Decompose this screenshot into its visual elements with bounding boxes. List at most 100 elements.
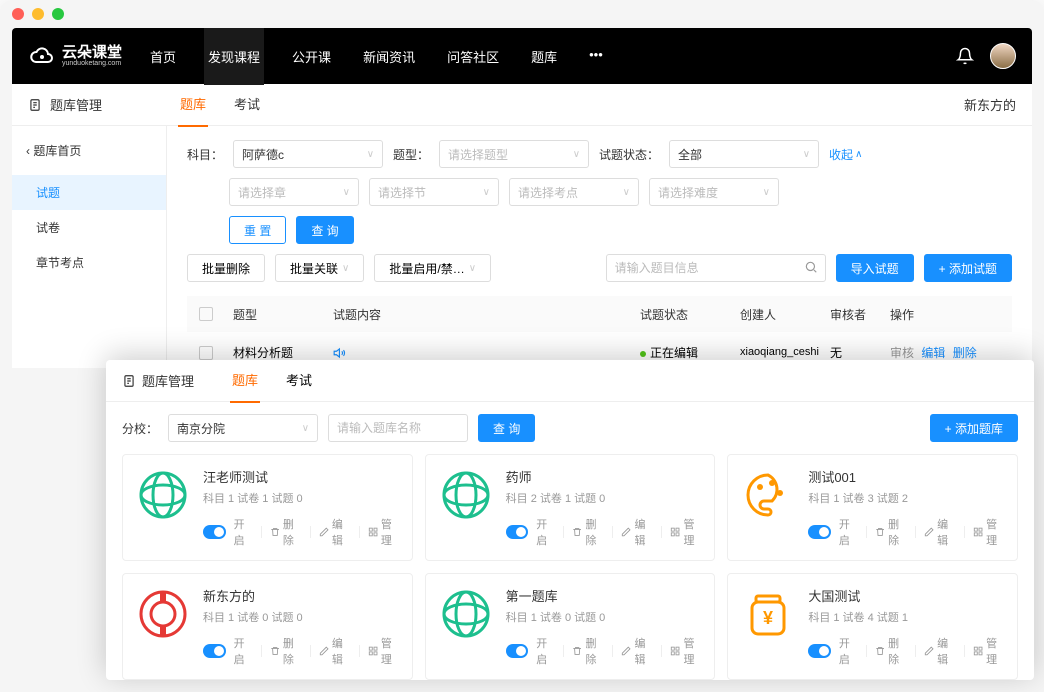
branch-select[interactable]: 南京分院∨	[168, 414, 318, 442]
back-link[interactable]: ‹ 题库首页	[12, 134, 166, 167]
card-edit[interactable]: 编辑	[924, 635, 956, 667]
panel2-filter: 分校： 南京分院∨ 查 询 + 添加题库	[106, 402, 1034, 454]
bank-card[interactable]: 新东方的 科目 1 试卷 0 试题 0 开启 删除 编辑 管理	[122, 573, 413, 680]
card-title: 大国测试	[808, 586, 1005, 605]
nav-more[interactable]: •••	[585, 28, 607, 85]
bank-card[interactable]: 测试001 科目 1 试卷 3 试题 2 开启 删除 编辑 管理	[727, 454, 1018, 561]
collapse-link[interactable]: 收起 ∧	[829, 146, 862, 163]
search-input[interactable]	[606, 254, 826, 282]
card-manage[interactable]: 管理	[973, 635, 1005, 667]
table-header: 题型 试题内容 试题状态 创建人 审核者 操作	[187, 296, 1012, 332]
grid-icon	[973, 645, 983, 657]
nav-discover[interactable]: 发现课程	[204, 28, 264, 85]
toggle-switch[interactable]	[506, 644, 529, 658]
card-manage[interactable]: 管理	[368, 635, 400, 667]
panel2-query-button[interactable]: 查 询	[478, 414, 535, 442]
card-edit[interactable]: 编辑	[319, 516, 351, 548]
card-icon	[740, 467, 796, 523]
card-edit[interactable]: 编辑	[319, 635, 351, 667]
cloud-icon	[28, 42, 56, 70]
col-type: 题型	[233, 306, 333, 323]
panel2-tab-exam[interactable]: 考试	[284, 358, 314, 403]
nav-bank[interactable]: 题库	[527, 28, 561, 85]
import-button[interactable]: 导入试题	[836, 254, 914, 282]
avatar[interactable]	[990, 43, 1016, 69]
op-delete[interactable]: 删除	[953, 346, 977, 360]
nav-links: 首页 发现课程 公开课 新闻资讯 问答社区 题库 •••	[146, 28, 607, 85]
batch-toggle-button[interactable]: 批量启用/禁… ∨	[374, 254, 491, 282]
type-select[interactable]: 请选择题型∨	[439, 140, 589, 168]
tab-exam[interactable]: 考试	[232, 82, 262, 127]
reset-button[interactable]: 重 置	[229, 216, 286, 244]
bank-card[interactable]: 第一题库 科目 1 试卷 0 试题 0 开启 删除 编辑 管理	[425, 573, 716, 680]
card-edit[interactable]: 编辑	[621, 635, 653, 667]
query-button[interactable]: 查 询	[296, 216, 353, 244]
nav-public[interactable]: 公开课	[288, 28, 335, 85]
top-nav: 云朵课堂 yunduoketang.com 首页 发现课程 公开课 新闻资讯 问…	[12, 28, 1032, 84]
nav-news[interactable]: 新闻资讯	[359, 28, 419, 85]
grid-icon	[368, 645, 378, 657]
subject-label: 科目：	[187, 146, 223, 163]
nav-qa[interactable]: 问答社区	[443, 28, 503, 85]
batch-delete-button[interactable]: 批量删除	[187, 254, 265, 282]
card-title: 测试001	[808, 467, 1005, 486]
card-meta: 科目 2 试卷 1 试题 0	[506, 490, 703, 506]
row-status: 正在编辑	[650, 346, 698, 360]
toggle-switch[interactable]	[203, 525, 226, 539]
card-delete[interactable]: 删除	[270, 516, 302, 548]
trash-icon	[572, 526, 582, 538]
nav-home[interactable]: 首页	[146, 28, 180, 85]
bank-card[interactable]: 汪老师测试 科目 1 试卷 1 试题 0 开启 删除 编辑 管理	[122, 454, 413, 561]
bell-icon[interactable]	[956, 47, 974, 65]
batch-link-button[interactable]: 批量关联 ∨	[275, 254, 364, 282]
card-manage[interactable]: 管理	[368, 516, 400, 548]
card-edit[interactable]: 编辑	[621, 516, 653, 548]
col-status: 试题状态	[640, 306, 740, 323]
card-delete[interactable]: 删除	[270, 635, 302, 667]
sidebar-item-chapters[interactable]: 章节考点	[12, 245, 166, 280]
add-question-button[interactable]: + 添加试题	[924, 254, 1012, 282]
toggle-switch[interactable]	[808, 644, 831, 658]
card-delete[interactable]: 删除	[572, 516, 604, 548]
toggle-label: 开启	[234, 516, 253, 548]
card-delete[interactable]: 删除	[875, 516, 907, 548]
card-title: 新东方的	[203, 586, 400, 605]
panel2-tab-bank[interactable]: 题库	[230, 358, 260, 403]
card-delete[interactable]: 删除	[572, 635, 604, 667]
tab-bank[interactable]: 题库	[178, 82, 208, 127]
bank-card[interactable]: 药师 科目 2 试卷 1 试题 0 开启 删除 编辑 管理	[425, 454, 716, 561]
card-meta: 科目 1 试卷 3 试题 2	[808, 490, 1005, 506]
status-select[interactable]: 全部∨	[669, 140, 819, 168]
bank-card[interactable]: ¥ 大国测试 科目 1 试卷 4 试题 1 开启 删除 编辑 管理	[727, 573, 1018, 680]
op-edit[interactable]: 编辑	[921, 346, 945, 360]
section-select[interactable]: 请选择节∨	[369, 178, 499, 206]
status-dot-icon	[640, 351, 646, 357]
toggle-switch[interactable]	[506, 525, 529, 539]
logo[interactable]: 云朵课堂 yunduoketang.com	[28, 42, 122, 70]
toggle-switch[interactable]	[203, 644, 226, 658]
op-review: 审核	[890, 346, 914, 360]
card-manage[interactable]: 管理	[670, 516, 702, 548]
sidebar-item-papers[interactable]: 试卷	[12, 210, 166, 245]
point-select[interactable]: 请选择考点∨	[509, 178, 639, 206]
chapter-select[interactable]: 请选择章∨	[229, 178, 359, 206]
subject-select[interactable]: 阿萨德c∨	[233, 140, 383, 168]
bank-name-input[interactable]	[328, 414, 468, 442]
max-dot[interactable]	[52, 8, 64, 20]
card-manage[interactable]: 管理	[973, 516, 1005, 548]
card-title: 药师	[506, 467, 703, 486]
toggle-switch[interactable]	[808, 525, 831, 539]
close-dot[interactable]	[12, 8, 24, 20]
card-edit[interactable]: 编辑	[924, 516, 956, 548]
difficulty-select[interactable]: 请选择难度∨	[649, 178, 779, 206]
min-dot[interactable]	[32, 8, 44, 20]
card-meta: 科目 1 试卷 0 试题 0	[203, 609, 400, 625]
grid-icon	[368, 526, 378, 538]
row-checkbox[interactable]	[199, 346, 213, 360]
add-bank-button[interactable]: + 添加题库	[930, 414, 1018, 442]
card-manage[interactable]: 管理	[670, 635, 702, 667]
select-all-checkbox[interactable]	[199, 307, 213, 321]
sidebar-item-questions[interactable]: 试题	[12, 175, 166, 210]
panel2-title: 题库管理	[142, 371, 194, 390]
card-delete[interactable]: 删除	[875, 635, 907, 667]
